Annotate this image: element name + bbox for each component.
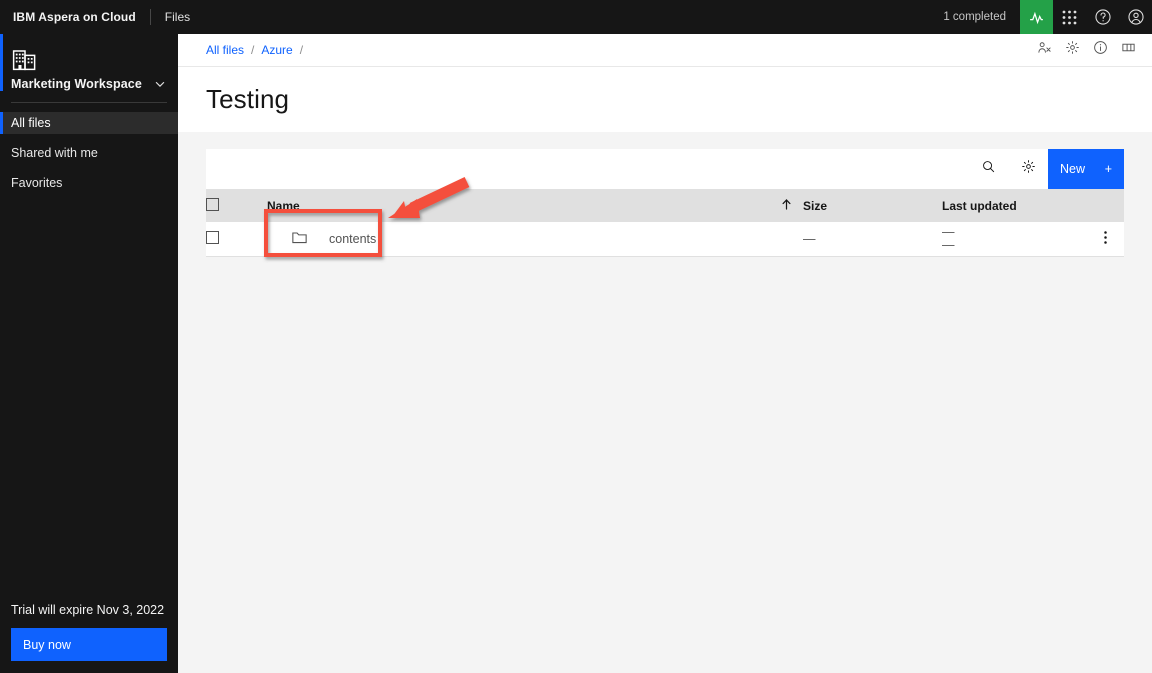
files-table-body: contents — — — (206, 222, 1124, 257)
sidebar-divider (11, 102, 167, 103)
app-switcher-icon (1062, 10, 1077, 25)
help-button[interactable] (1086, 0, 1119, 34)
row-size-cell: — (803, 222, 942, 257)
brand-area: IBM Aspera on Cloud Files (0, 0, 190, 34)
app-root: IBM Aspera on Cloud Files 1 completed Ma… (0, 0, 1152, 673)
search-icon (981, 159, 996, 179)
panel-view-icon (1121, 40, 1136, 60)
column-header-label: Size (803, 198, 828, 213)
sidebar-item-label: Shared with me (11, 146, 98, 160)
chevron-down-icon (153, 77, 167, 91)
sidebar: Marketing Workspace All files Shared wit… (0, 34, 178, 673)
table-toolbar: New + (206, 149, 1124, 189)
user-avatar-icon (1127, 8, 1145, 26)
breadcrumb-separator: / (251, 43, 255, 57)
info-button[interactable] (1086, 34, 1114, 66)
app-name-link[interactable]: Files (165, 10, 190, 24)
help-icon (1094, 8, 1112, 26)
brand-title: IBM Aspera on Cloud (13, 10, 136, 24)
workspace-block: Marketing Workspace (0, 34, 178, 91)
sidebar-item-all-files[interactable]: All files (0, 112, 178, 134)
plus-icon: + (1104, 162, 1112, 176)
row-last-updated-cell: — — (942, 222, 1087, 257)
settings-gear-icon (1021, 159, 1036, 179)
account-button[interactable] (1119, 0, 1152, 34)
search-button[interactable] (968, 149, 1008, 189)
page-title-area: Testing (178, 67, 1152, 132)
breadcrumb-separator: / (299, 43, 304, 57)
panel-view-button[interactable] (1114, 34, 1142, 66)
column-header-menu (1087, 189, 1124, 222)
breadcrumb-item-all-files[interactable]: All files (206, 43, 244, 57)
workspace-selector[interactable]: Marketing Workspace (11, 77, 167, 91)
new-button-label: New (1060, 162, 1086, 176)
table-row[interactable]: contents — — — (206, 222, 1124, 257)
workspace-accent-bar (0, 34, 3, 91)
row-name-text[interactable]: contents (308, 232, 376, 246)
new-button[interactable]: New + (1048, 149, 1124, 189)
column-header-label: Last updated (942, 198, 1017, 213)
select-all-header (206, 189, 267, 222)
sidebar-item-shared-with-me[interactable]: Shared with me (0, 142, 178, 164)
table-settings-button[interactable] (1008, 149, 1048, 189)
sidebar-nav: All files Shared with me Favorites (0, 112, 178, 194)
folder-icon (291, 229, 308, 249)
row-name-cell: contents (267, 222, 803, 257)
column-header-size[interactable]: Size (803, 189, 942, 222)
transfer-status-text: 1 completed (943, 11, 1006, 23)
trial-block: Trial will expire Nov 3, 2022 Buy now (0, 603, 178, 673)
last-updated-date: — (942, 224, 955, 239)
select-all-checkbox[interactable] (206, 197, 219, 211)
column-header-label: Name (267, 198, 300, 213)
main-area: All files / Azure / Testing New + Name S… (178, 34, 1152, 673)
breadcrumb-item-azure[interactable]: Azure (261, 43, 292, 57)
global-header: IBM Aspera on Cloud Files 1 completed (0, 0, 1152, 34)
sidebar-item-label: All files (11, 116, 51, 130)
files-panel: New + Name Size Last updated contents — … (178, 132, 1152, 257)
row-checkbox[interactable] (206, 230, 219, 244)
header-actions: 1 completed (943, 0, 1152, 34)
table-header-row: Name Size Last updated (206, 189, 1124, 222)
info-icon (1093, 40, 1108, 60)
settings-gear-icon (1065, 40, 1080, 60)
row-menu-cell (1087, 222, 1124, 257)
activity-icon (1028, 9, 1045, 26)
sidebar-item-label: Favorites (11, 176, 63, 190)
row-select-cell (206, 222, 267, 257)
activity-button[interactable] (1020, 0, 1053, 34)
files-table: Name Size Last updated contents — — — (206, 189, 1124, 257)
sidebar-item-favorites[interactable]: Favorites (0, 172, 178, 194)
overflow-menu-icon[interactable] (1099, 230, 1112, 245)
brand-divider (149, 9, 151, 25)
sort-ascending-icon (780, 198, 793, 214)
workspace-name: Marketing Workspace (11, 77, 142, 91)
column-header-last-updated[interactable]: Last updated (942, 189, 1087, 222)
enterprise-building-icon (11, 50, 39, 76)
share-members-button[interactable] (1030, 34, 1058, 66)
settings-button[interactable] (1058, 34, 1086, 66)
page-title: Testing (206, 84, 290, 114)
files-table-head: Name Size Last updated (206, 189, 1124, 222)
breadcrumb-actions (1030, 34, 1152, 66)
app-switcher-button[interactable] (1053, 0, 1086, 34)
last-updated-time: — (942, 237, 955, 252)
column-header-name[interactable]: Name (267, 189, 803, 222)
buy-now-button[interactable]: Buy now (11, 628, 167, 661)
share-members-icon (1037, 40, 1052, 60)
breadcrumb: All files / Azure / (178, 34, 1152, 67)
trial-expiry-text: Trial will expire Nov 3, 2022 (11, 603, 165, 617)
